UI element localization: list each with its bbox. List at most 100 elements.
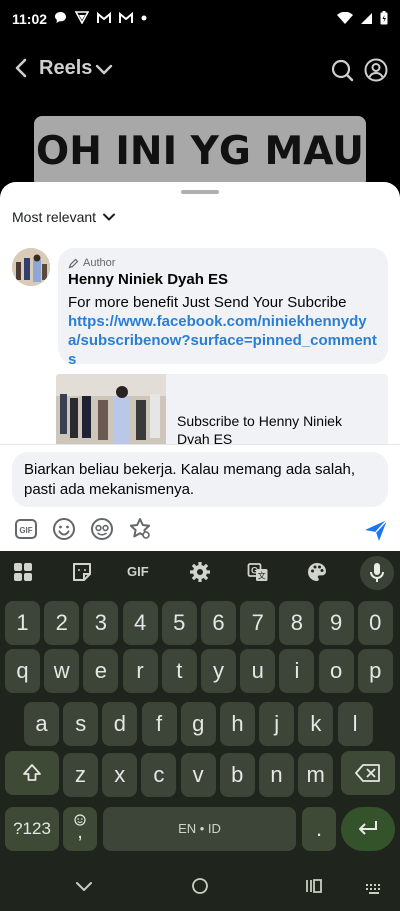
letter-key[interactable]: e	[83, 649, 119, 693]
palette-icon[interactable]	[306, 561, 328, 583]
letter-key[interactable]: p	[357, 649, 393, 693]
gear-icon[interactable]	[189, 561, 211, 583]
letter-key[interactable]: f	[141, 702, 177, 746]
number-key[interactable]: 1	[5, 601, 40, 645]
number-key[interactable]: 3	[83, 601, 119, 645]
letter-key[interactable]: x	[102, 753, 138, 797]
link-preview-card[interactable]: Subscribe to Henny Niniek Dyah ES	[56, 374, 388, 446]
home-nav-icon[interactable]	[191, 877, 209, 895]
chat-icon	[55, 12, 66, 23]
wifi-icon	[337, 11, 353, 24]
link-preview-title[interactable]: Subscribe to Henny Niniek Dyah ES	[177, 412, 377, 446]
keyboard: GIF G文 1234567890 qwertyuiop asdfghjkl z…	[0, 551, 400, 860]
number-key[interactable]: 7	[240, 601, 276, 645]
number-key[interactable]: 9	[318, 601, 354, 645]
composer-tools: GIF	[14, 517, 152, 541]
letter-key[interactable]: t	[161, 649, 197, 693]
reels-header: Reels	[0, 46, 400, 94]
emoji-comma-key[interactable]: ,	[63, 807, 97, 851]
sticker-note-icon[interactable]	[71, 561, 93, 583]
comment-text: For more benefit Just Send Your Subcribe	[68, 294, 347, 311]
recents-nav-icon[interactable]	[305, 877, 323, 895]
comma-label: ,	[77, 821, 83, 843]
letter-key[interactable]: k	[298, 702, 334, 746]
sort-dropdown[interactable]: Most relevant	[12, 209, 116, 225]
profile-icon[interactable]	[364, 58, 388, 82]
notification-icons	[54, 11, 147, 24]
vpn-icon	[75, 11, 89, 24]
symbols-key[interactable]: ?123	[5, 807, 59, 851]
comment-input[interactable]: Biarkan beliau bekerja. Kalau memang ada…	[12, 452, 388, 507]
letter-key[interactable]: h	[220, 702, 255, 746]
emoji-icon[interactable]	[52, 517, 76, 541]
space-key[interactable]: EN • ID	[103, 807, 296, 851]
number-key[interactable]: 4	[122, 601, 158, 645]
signal-icon	[361, 12, 372, 24]
author-avatar[interactable]	[12, 248, 50, 286]
svg-text:GIF: GIF	[19, 526, 32, 535]
letter-key[interactable]: z	[63, 753, 98, 797]
enter-key[interactable]	[341, 807, 395, 851]
gif-keyboard-button[interactable]: GIF	[127, 561, 157, 583]
letter-key[interactable]: q	[5, 649, 40, 693]
gif-icon[interactable]: GIF	[14, 517, 38, 541]
avatar-photo	[12, 248, 50, 286]
reels-title[interactable]: Reels	[39, 57, 92, 80]
shift-key[interactable]	[5, 751, 59, 795]
comment-author-name[interactable]: Henny Niniek Dyah ES	[68, 271, 378, 288]
number-key[interactable]: 0	[357, 601, 393, 645]
pencil-icon	[68, 258, 79, 268]
search-icon[interactable]	[330, 58, 354, 82]
mic-icon	[370, 563, 384, 582]
letter-key[interactable]: r	[122, 649, 158, 693]
status-time: 11:02	[12, 11, 48, 27]
chevron-down-icon[interactable]	[94, 59, 114, 79]
back-nav-icon[interactable]	[75, 877, 93, 895]
battery-icon	[380, 11, 388, 25]
letter-key[interactable]: l	[337, 702, 373, 746]
status-bar: 11:02	[0, 0, 400, 38]
letter-key[interactable]: d	[102, 702, 138, 746]
backspace-key[interactable]	[341, 751, 395, 795]
letter-key[interactable]: b	[219, 753, 255, 797]
letter-key[interactable]: v	[180, 753, 216, 797]
period-key[interactable]: .	[302, 807, 336, 851]
letter-key[interactable]: i	[279, 649, 315, 693]
letter-key[interactable]: j	[259, 702, 295, 746]
svg-text:文: 文	[258, 571, 266, 581]
letter-key[interactable]: m	[298, 753, 334, 797]
link-preview-thumbnail	[56, 374, 166, 446]
letter-key[interactable]: c	[141, 753, 177, 797]
pinned-comment[interactable]: Author Henny Niniek Dyah ES For more ben…	[58, 248, 388, 368]
keyboard-toolbar: GIF G文	[0, 551, 400, 595]
drag-handle[interactable]	[181, 190, 219, 194]
letter-key[interactable]: a	[24, 702, 59, 746]
keyboard-hide-icon[interactable]	[365, 880, 383, 898]
letter-key[interactable]: o	[318, 649, 354, 693]
letter-key[interactable]: n	[259, 753, 294, 797]
translate-icon[interactable]: G文	[247, 561, 269, 583]
sticker-icon[interactable]	[128, 517, 152, 541]
number-key[interactable]: 8	[279, 601, 315, 645]
letter-key[interactable]: w	[44, 649, 80, 693]
mic-button[interactable]	[360, 556, 394, 590]
navigation-bar	[0, 860, 400, 911]
sort-label: Most relevant	[12, 209, 97, 225]
letter-key[interactable]: y	[201, 649, 236, 693]
letter-key[interactable]: u	[240, 649, 276, 693]
letter-key[interactable]: s	[63, 702, 99, 746]
gmail-icon	[119, 11, 133, 23]
number-key[interactable]: 6	[201, 601, 236, 645]
number-key[interactable]: 5	[161, 601, 197, 645]
number-key[interactable]: 2	[44, 601, 80, 645]
back-arrow-icon[interactable]	[10, 56, 34, 80]
send-icon[interactable]	[364, 518, 388, 542]
avatar-sticker-icon[interactable]	[90, 517, 114, 541]
author-tag: Author	[68, 256, 378, 270]
shift-icon	[23, 764, 41, 781]
author-tag-label: Author	[83, 257, 116, 269]
apps-grid-icon[interactable]	[12, 561, 34, 583]
comment-link[interactable]: https://www.facebook.com/niniekhennydya/…	[68, 312, 378, 369]
chevron-down-icon	[103, 213, 116, 221]
letter-key[interactable]: g	[180, 702, 216, 746]
